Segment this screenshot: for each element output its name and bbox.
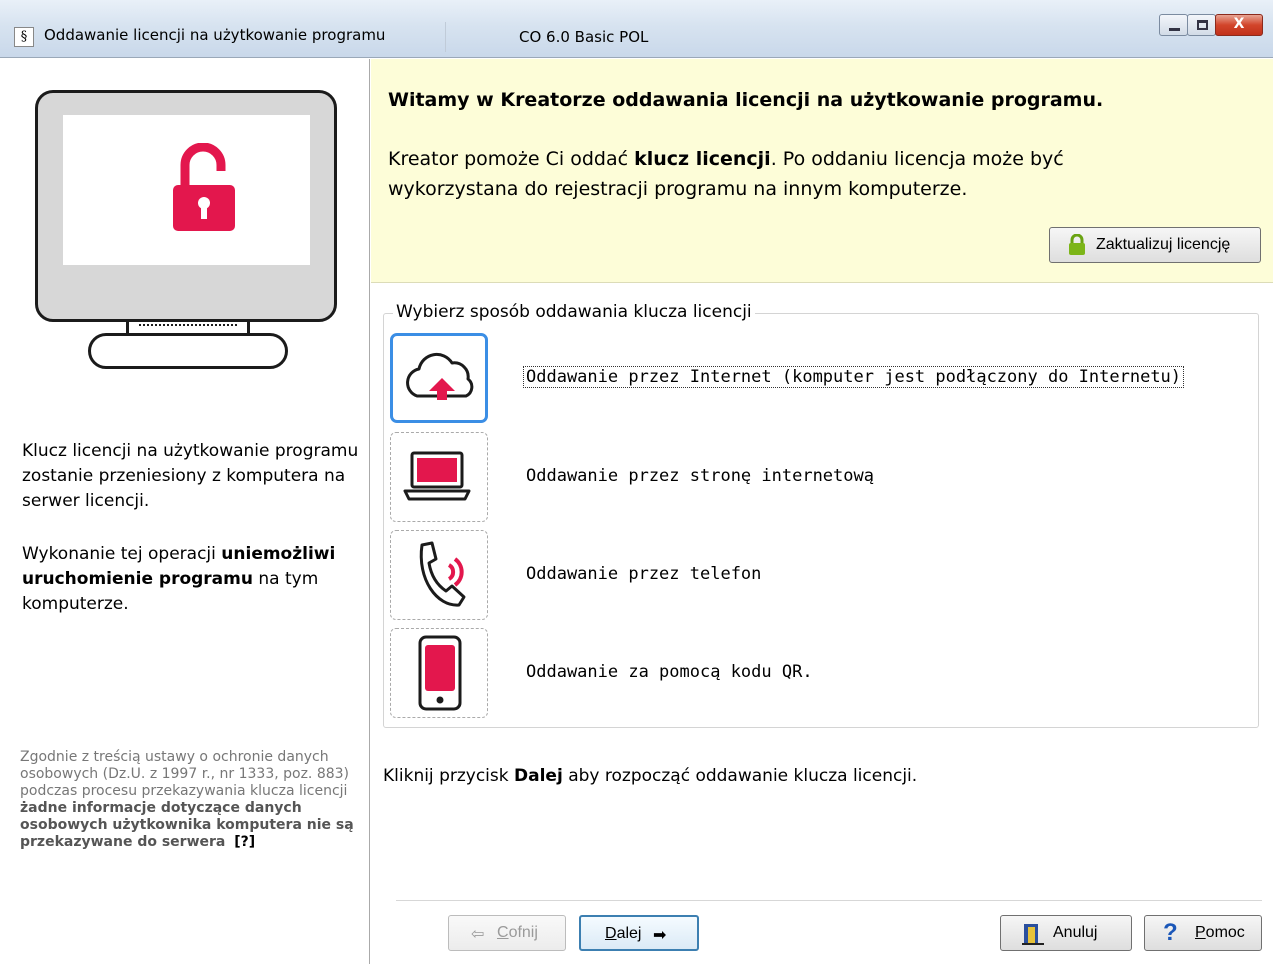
info-text: Klucz licencji na użytkowanie programu z… [22,441,359,511]
title-bar: § Oddawanie licencji na użytkowanie prog… [0,0,1273,58]
option-label: Oddawanie przez stronę internetową [526,466,874,486]
option-tile[interactable] [390,432,488,522]
help-button[interactable]: ? Pomoc [1144,915,1262,951]
help-icon: ? [1163,919,1178,946]
option-tile[interactable] [390,333,488,423]
option-tile[interactable] [390,530,488,620]
next-arrow-icon: ➡ [653,927,667,944]
option-label: Oddawanie przez Internet (komputer jest … [522,366,1185,388]
cancel-button[interactable]: Anuluj [1000,915,1132,951]
close-button[interactable]: X [1215,14,1263,36]
title-separator [445,22,446,52]
close-icon: X [1233,16,1245,32]
option-qr[interactable]: Oddawanie za pomocą kodu QR. [390,628,1150,718]
smartphone-icon [418,635,462,711]
option-label: Oddawanie przez telefon [526,564,762,584]
minimize-icon [1169,28,1180,31]
green-padlock-icon [1069,234,1085,255]
exit-door-icon [1022,924,1044,945]
monitor-base [88,333,288,369]
method-group-title: Wybierz sposób oddawania klucza licencji [393,302,755,322]
left-panel: Klucz licencji na użytkowanie programu z… [8,59,370,964]
monitor-screen [63,115,310,265]
maximize-button[interactable] [1187,14,1216,36]
option-internet[interactable]: Oddawanie przez Internet (komputer jest … [390,333,1185,423]
instruction-text: Kliknij przycisk Dalej aby rozpocząć odd… [383,766,918,786]
update-license-button[interactable]: Zaktualizuj licencję [1049,227,1261,263]
window-controls: X [1159,14,1263,40]
welcome-text: Kreator pomoże Ci oddać klucz licencji. … [388,148,1064,200]
cloud-upload-icon [406,353,474,400]
phone-icon [419,541,466,607]
legal-notice: Zgodnie z treścią ustawy o ochronie dany… [20,749,354,850]
maximize-icon [1197,20,1208,30]
option-tile[interactable] [390,628,488,718]
window-title: Oddawanie licencji na użytkowanie progra… [44,26,386,44]
back-button[interactable]: ⇦ Cofnij [448,915,566,951]
laptop-icon [403,451,471,501]
minimize-button[interactable] [1159,14,1188,36]
welcome-heading: Witamy w Kreatorze oddawania licencji na… [388,89,1104,111]
legal-help-link[interactable]: [?] [234,834,255,850]
option-website[interactable]: Oddawanie przez stronę internetową [390,432,1150,522]
back-arrow-icon: ⇦ [471,926,485,943]
warning-text: Wykonanie tej operacji uniemożliwi uruch… [22,544,336,614]
window-subtitle: CO 6.0 Basic POL [519,28,649,46]
welcome-panel: Witamy w Kreatorze oddawania licencji na… [371,59,1273,283]
footer-separator [396,900,1262,901]
app-icon: § [14,27,34,47]
option-phone[interactable]: Oddawanie przez telefon [390,530,1150,620]
monitor-illustration [35,90,337,322]
next-button[interactable]: Dalej ➡ [579,915,699,951]
unlocked-padlock-icon [173,143,235,231]
option-label: Oddawanie za pomocą kodu QR. [526,662,813,682]
